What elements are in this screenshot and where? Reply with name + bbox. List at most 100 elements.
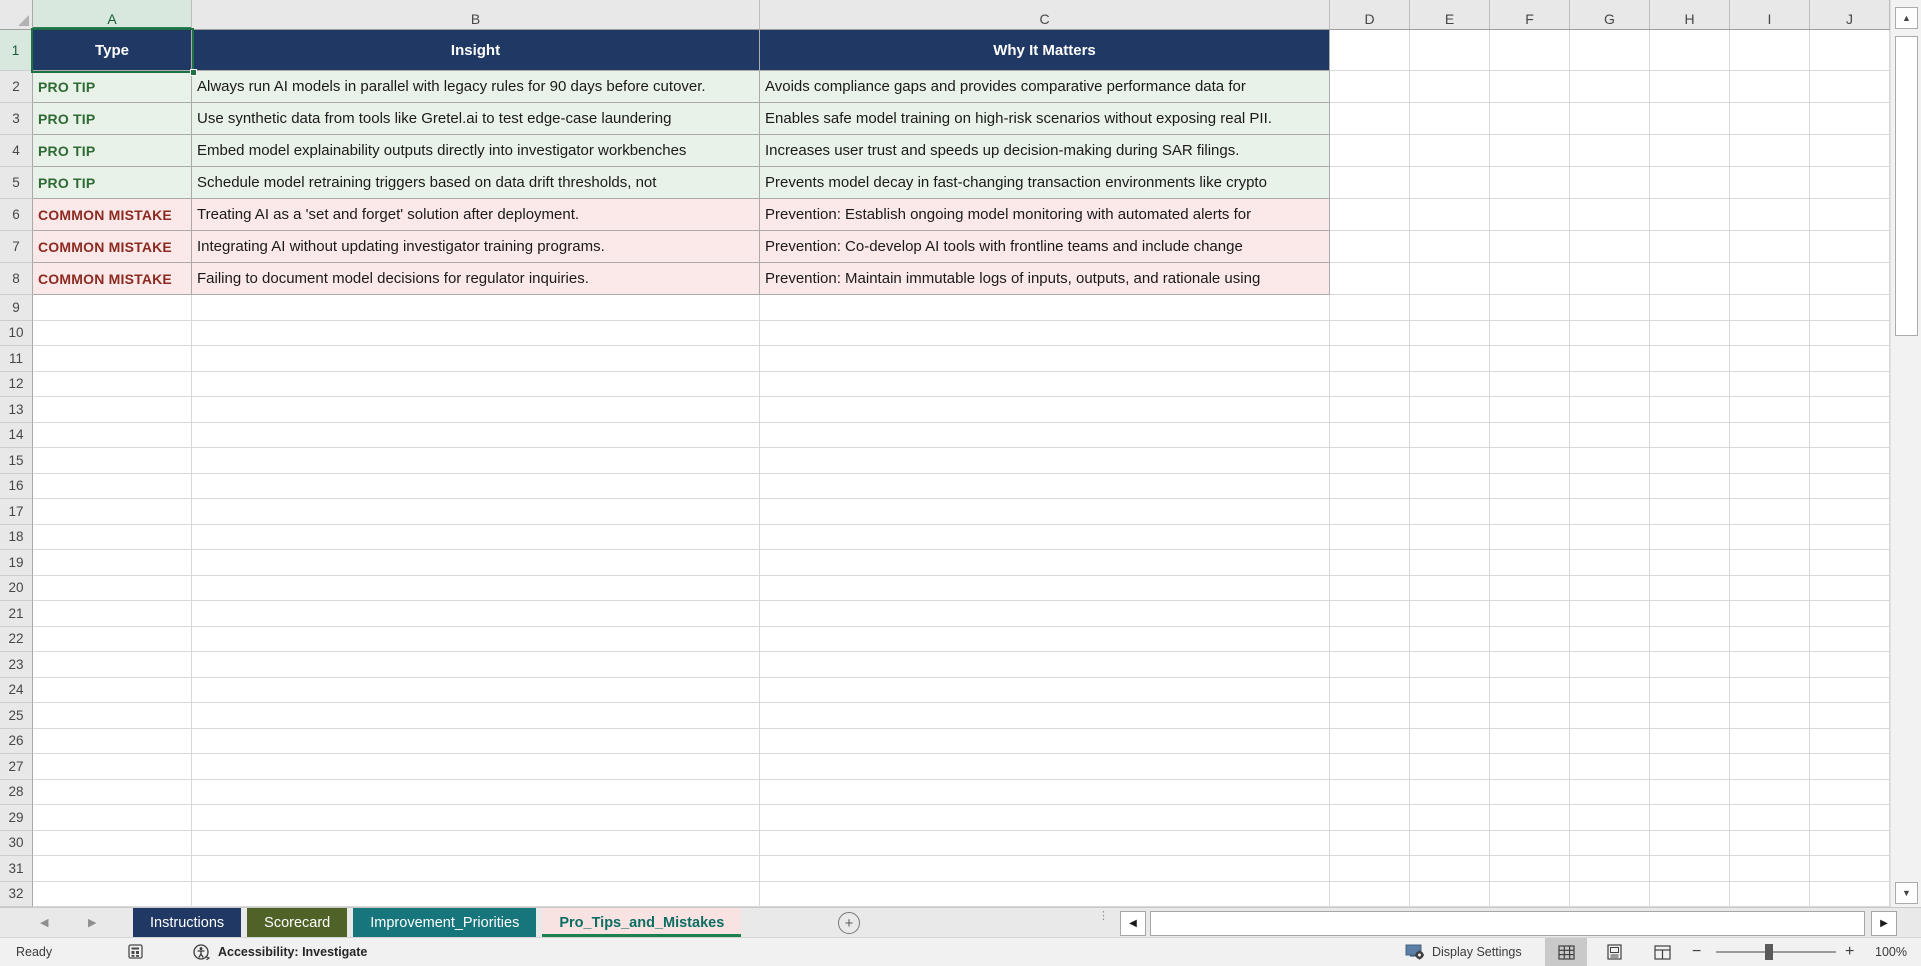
cell-D16[interactable] xyxy=(1330,473,1410,499)
row-header-22[interactable]: 22 xyxy=(0,626,33,652)
cell-B19[interactable] xyxy=(192,550,760,576)
cell-C5[interactable]: Prevents model decay in fast-changing tr… xyxy=(760,167,1330,199)
cell-C17[interactable] xyxy=(760,499,1330,525)
cell-G31[interactable] xyxy=(1570,856,1650,882)
cell-C2[interactable]: Avoids compliance gaps and provides comp… xyxy=(760,71,1330,103)
cell-G22[interactable] xyxy=(1570,626,1650,652)
cell-F7[interactable] xyxy=(1490,231,1570,263)
cell-E5[interactable] xyxy=(1410,167,1490,199)
cell-F19[interactable] xyxy=(1490,550,1570,576)
cell-G30[interactable] xyxy=(1570,830,1650,856)
cell-B27[interactable] xyxy=(192,754,760,780)
cell-D4[interactable] xyxy=(1330,135,1410,167)
cell-G18[interactable] xyxy=(1570,524,1650,550)
cell-A6[interactable]: COMMON MISTAKE xyxy=(33,199,192,231)
cell-I32[interactable] xyxy=(1730,881,1810,907)
cell-A2[interactable]: PRO TIP xyxy=(33,71,192,103)
cell-D9[interactable] xyxy=(1330,295,1410,321)
cell-B22[interactable] xyxy=(192,626,760,652)
cell-D6[interactable] xyxy=(1330,199,1410,231)
cell-J12[interactable] xyxy=(1810,371,1890,397)
cell-A30[interactable] xyxy=(33,830,192,856)
row-header-12[interactable]: 12 xyxy=(0,371,33,397)
cell-J29[interactable] xyxy=(1810,805,1890,831)
cell-D22[interactable] xyxy=(1330,626,1410,652)
cell-E15[interactable] xyxy=(1410,448,1490,474)
zoom-in-icon[interactable]: + xyxy=(1845,938,1854,966)
cell-G1[interactable] xyxy=(1570,30,1650,71)
display-settings-label[interactable]: Display Settings xyxy=(1432,938,1522,966)
cell-I24[interactable] xyxy=(1730,677,1810,703)
row-header-13[interactable]: 13 xyxy=(0,397,33,423)
cell-D5[interactable] xyxy=(1330,167,1410,199)
cell-D14[interactable] xyxy=(1330,422,1410,448)
cell-B32[interactable] xyxy=(192,881,760,907)
column-header-D[interactable]: D xyxy=(1330,0,1410,29)
cell-H9[interactable] xyxy=(1650,295,1730,321)
cell-D25[interactable] xyxy=(1330,703,1410,729)
cell-F30[interactable] xyxy=(1490,830,1570,856)
zoom-out-icon[interactable]: − xyxy=(1692,938,1701,966)
cell-J16[interactable] xyxy=(1810,473,1890,499)
cell-F27[interactable] xyxy=(1490,754,1570,780)
cell-G14[interactable] xyxy=(1570,422,1650,448)
cell-H14[interactable] xyxy=(1650,422,1730,448)
cell-A24[interactable] xyxy=(33,677,192,703)
cell-B21[interactable] xyxy=(192,601,760,627)
accessibility-icon[interactable] xyxy=(192,938,211,966)
row-header-28[interactable]: 28 xyxy=(0,779,33,805)
cell-J32[interactable] xyxy=(1810,881,1890,907)
cell-F21[interactable] xyxy=(1490,601,1570,627)
column-header-C[interactable]: C xyxy=(760,0,1330,29)
column-header-B[interactable]: B xyxy=(192,0,760,29)
row-header-14[interactable]: 14 xyxy=(0,422,33,448)
cell-C20[interactable] xyxy=(760,575,1330,601)
cell-E2[interactable] xyxy=(1410,71,1490,103)
cell-E9[interactable] xyxy=(1410,295,1490,321)
cell-E27[interactable] xyxy=(1410,754,1490,780)
cell-C15[interactable] xyxy=(760,448,1330,474)
cell-J18[interactable] xyxy=(1810,524,1890,550)
cell-G25[interactable] xyxy=(1570,703,1650,729)
cell-D28[interactable] xyxy=(1330,779,1410,805)
row-header-2[interactable]: 2 xyxy=(0,71,33,103)
cell-A13[interactable] xyxy=(33,397,192,423)
cell-F18[interactable] xyxy=(1490,524,1570,550)
cell-G10[interactable] xyxy=(1570,320,1650,346)
cell-F14[interactable] xyxy=(1490,422,1570,448)
cell-I11[interactable] xyxy=(1730,346,1810,372)
cell-E18[interactable] xyxy=(1410,524,1490,550)
cell-I8[interactable] xyxy=(1730,263,1810,295)
cell-F23[interactable] xyxy=(1490,652,1570,678)
cell-D30[interactable] xyxy=(1330,830,1410,856)
cell-C3[interactable]: Enables safe model training on high-risk… xyxy=(760,103,1330,135)
column-header-G[interactable]: G xyxy=(1570,0,1650,29)
sheet-nav-left-icon[interactable]: ◀ xyxy=(40,916,48,930)
cell-B15[interactable] xyxy=(192,448,760,474)
cell-F3[interactable] xyxy=(1490,103,1570,135)
cell-J6[interactable] xyxy=(1810,199,1890,231)
row-header-15[interactable]: 15 xyxy=(0,448,33,474)
cell-H4[interactable] xyxy=(1650,135,1730,167)
row-header-20[interactable]: 20 xyxy=(0,575,33,601)
cell-H8[interactable] xyxy=(1650,263,1730,295)
cell-A4[interactable]: PRO TIP xyxy=(33,135,192,167)
cell-F26[interactable] xyxy=(1490,728,1570,754)
row-header-10[interactable]: 10 xyxy=(0,320,33,346)
cell-H29[interactable] xyxy=(1650,805,1730,831)
cell-H13[interactable] xyxy=(1650,397,1730,423)
cell-B29[interactable] xyxy=(192,805,760,831)
cell-A12[interactable] xyxy=(33,371,192,397)
cell-F9[interactable] xyxy=(1490,295,1570,321)
cell-J10[interactable] xyxy=(1810,320,1890,346)
cell-G3[interactable] xyxy=(1570,103,1650,135)
cell-B20[interactable] xyxy=(192,575,760,601)
row-header-25[interactable]: 25 xyxy=(0,703,33,729)
cell-B12[interactable] xyxy=(192,371,760,397)
cell-A32[interactable] xyxy=(33,881,192,907)
cell-A31[interactable] xyxy=(33,856,192,882)
column-header-E[interactable]: E xyxy=(1410,0,1490,29)
hscroll-thumb[interactable] xyxy=(1150,911,1865,936)
cell-B3[interactable]: Use synthetic data from tools like Grete… xyxy=(192,103,760,135)
tab-options-dots-icon[interactable]: ⋮ xyxy=(1098,911,1109,922)
